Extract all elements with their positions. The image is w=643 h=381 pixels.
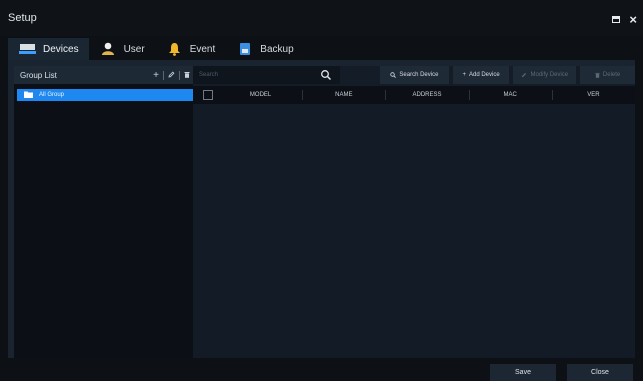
column-header-ver[interactable]: VER [551,86,635,104]
search-device-button[interactable]: Search Device [380,66,449,84]
add-group-button[interactable]: + [153,70,159,81]
tab-user[interactable]: User [89,38,155,60]
user-icon [100,42,117,56]
bell-icon [166,42,183,56]
device-table-header: MODEL NAME ADDRESS MAC VER [193,86,635,104]
column-header-name[interactable]: NAME [302,86,385,104]
trash-icon [595,72,600,78]
window-controls: × [612,13,637,26]
search-device-label: Search Device [399,72,439,78]
save-button[interactable]: Save [490,364,556,381]
tab-label: Backup [260,43,294,55]
backup-icon [236,42,253,56]
tab-bar: Devices User Event Backup [8,38,304,60]
modify-device-button[interactable]: Modify Device [513,66,577,84]
tab-devices[interactable]: Devices [8,38,89,60]
select-all-checkbox[interactable] [203,90,213,100]
divider [163,70,164,80]
search-icon [390,72,397,78]
delete-device-button[interactable]: Delete [580,66,635,84]
tab-event[interactable]: Event [155,38,226,60]
edit-group-icon[interactable] [168,71,175,80]
tab-label: User [123,43,145,55]
device-toolbar: Search Search Device + Add Device Modify… [193,66,635,84]
modify-device-label: Modify Device [530,72,569,78]
divider [179,70,180,80]
group-list-header: Group List + [14,66,196,84]
title-bar: Setup × [0,0,643,36]
add-device-label: Add Device [469,72,500,78]
search-placeholder: Search [199,72,219,78]
column-header-mac[interactable]: MAC [468,86,552,104]
group-item-all-group[interactable]: All Group [17,89,193,101]
window-title: Setup [8,12,37,24]
group-list-panel: Group List + All Group [14,66,196,358]
close-button[interactable]: Close [567,364,633,381]
folder-icon [24,91,33,100]
tab-label: Event [189,43,216,55]
group-item-label: All Group [39,92,65,98]
edit-icon [522,72,527,78]
tab-label: Devices [43,43,79,55]
tab-backup[interactable]: Backup [225,38,303,60]
column-header-model[interactable]: MODEL [219,86,302,104]
column-header-address[interactable]: ADDRESS [385,86,468,104]
delete-group-icon[interactable] [184,71,190,80]
devices-panel: Group List + All Group Search Search Dev… [8,60,635,358]
add-device-button[interactable]: + Add Device [452,66,510,84]
search-icon[interactable] [320,69,332,81]
device-table-body [193,104,635,358]
close-icon[interactable]: × [629,13,637,26]
devices-icon [19,42,36,56]
group-list-title: Group List [20,70,57,80]
delete-device-label: Delete [602,72,621,78]
device-list-panel: Search Search Device + Add Device Modify… [193,66,635,358]
plus-icon: + [462,72,466,78]
maximize-icon[interactable] [612,15,621,25]
search-input[interactable]: Search [193,66,341,84]
